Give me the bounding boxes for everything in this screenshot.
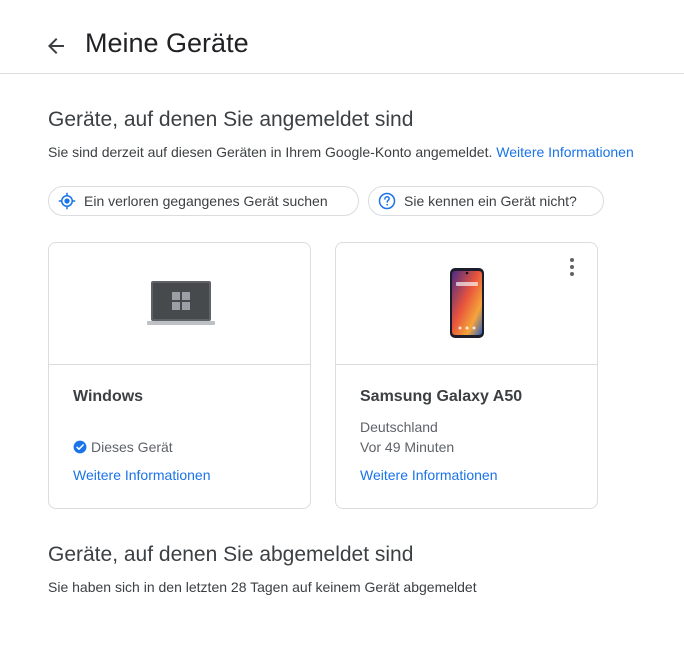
device-image-area (49, 243, 310, 365)
verified-check-icon (73, 440, 87, 454)
device-more-info-link[interactable]: Weitere Informationen (360, 467, 497, 483)
find-lost-device-button[interactable]: Ein verloren gegangenes Gerät suchen (48, 186, 359, 216)
this-device-label: Dieses Gerät (91, 439, 173, 455)
device-last-active: Vor 49 Minuten (360, 439, 455, 455)
device-location: Deutschland (360, 419, 438, 435)
windows-laptop-image (147, 281, 215, 325)
help-circle-icon (378, 192, 396, 210)
signed-in-section-description: Sie sind derzeit auf diesen Geräten in I… (48, 144, 634, 160)
device-card-samsung-galaxy-a50[interactable]: Samsung Galaxy A50 Deutschland Vor 49 Mi… (335, 242, 598, 509)
top-bar: Meine Geräte (0, 0, 684, 74)
device-image-area (336, 243, 597, 365)
device-name: Windows (73, 388, 144, 405)
more-info-link[interactable]: Weitere Informationen (496, 144, 633, 160)
device-more-info-link[interactable]: Weitere Informationen (73, 467, 210, 483)
find-lost-device-label: Ein verloren gegangenes Gerät suchen (84, 193, 328, 209)
samsung-phone-image (450, 268, 484, 338)
device-card-windows[interactable]: Windows Dieses Gerät Weitere Information… (48, 242, 311, 509)
device-menu-button[interactable] (565, 257, 579, 277)
this-device-badge: Dieses Gerät (73, 439, 173, 455)
page-title: Meine Geräte (85, 28, 249, 58)
arrow-back-icon (48, 38, 64, 54)
unknown-device-label: Sie kennen ein Gerät nicht? (404, 193, 577, 209)
unknown-device-button[interactable]: Sie kennen ein Gerät nicht? (368, 186, 604, 216)
signed-in-section-title: Geräte, auf denen Sie angemeldet sind (48, 108, 414, 131)
more-vert-icon (570, 258, 574, 276)
signed-in-description-text: Sie sind derzeit auf diesen Geräten in I… (48, 144, 493, 160)
back-button[interactable] (44, 34, 68, 58)
signed-out-section-title: Geräte, auf denen Sie abgemeldet sind (48, 543, 414, 566)
locate-icon (58, 192, 76, 210)
signed-out-section-description: Sie haben sich in den letzten 28 Tagen a… (48, 579, 477, 595)
device-name: Samsung Galaxy A50 (360, 388, 523, 405)
